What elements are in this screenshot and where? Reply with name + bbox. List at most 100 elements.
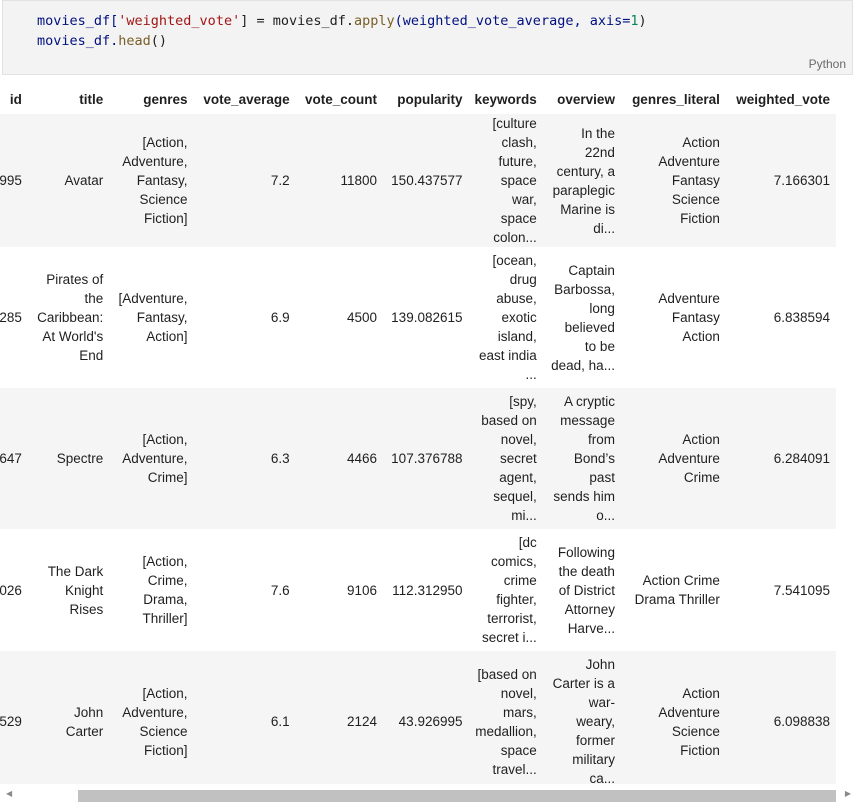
- cell-line: Thriller]: [142, 611, 188, 626]
- cell-keywords: [ocean, drug abuse, exotic island, east india…: [469, 247, 543, 388]
- cell-keywords: [spy, based on novel, secret agent, sequel, mi…: [469, 388, 543, 529]
- cell-line: Attorney: [564, 601, 615, 617]
- cell-line: novel,: [500, 432, 537, 447]
- code-token: head: [118, 33, 151, 49]
- cell-line: weary,: [576, 714, 615, 729]
- cell-line: Fantasy,: [136, 310, 188, 325]
- cell-line: to be: [584, 338, 615, 354]
- cell-line: Science: [139, 192, 188, 207]
- cell-line: medallion,: [475, 723, 537, 739]
- cell-line: Action]: [146, 329, 188, 344]
- cell-line: Adventure: [658, 704, 720, 720]
- cell-overview: A cryptic message from Bond’s past sends him o…: [543, 388, 621, 529]
- cell-line: Science: [671, 723, 720, 739]
- cell-line: exotic: [501, 310, 537, 325]
- column-header-overview: overview: [557, 91, 615, 107]
- cell-line: colon...: [493, 230, 537, 245]
- cell-line: [ocean,: [492, 253, 537, 268]
- dataframe-output: id title genres vote_average vote_count popul…: [0, 84, 857, 784]
- cell-line: Fiction]: [144, 211, 188, 226]
- cell-line: mi...: [511, 508, 537, 523]
- cell-vote-average: 6.1: [270, 714, 290, 729]
- cell-line: [based on: [477, 666, 537, 682]
- cell-keywords: [dc comics, crime fighter, terrorist, secret …: [469, 529, 543, 651]
- table-row: 995 Avatar [Action, Adventure, Fantasy, Scien…: [0, 114, 836, 247]
- horizontal-scrollbar[interactable]: ◀ ▶: [0, 786, 857, 804]
- cell-language-label[interactable]: Python: [809, 57, 846, 71]
- cell-line: A cryptic: [563, 394, 615, 409]
- cell-line: Fantasy: [671, 310, 720, 325]
- code-token: apply: [354, 13, 395, 29]
- cell-vote-count: 9106: [346, 582, 377, 598]
- cell-line: Action: [682, 135, 720, 150]
- cell-id: 026: [0, 582, 22, 598]
- cell-line: east india: [478, 348, 537, 363]
- cell-title: John Carter: [28, 651, 109, 784]
- column-header-title: title: [79, 91, 104, 107]
- cell-line: clash,: [501, 135, 537, 150]
- cell-line: Crime,: [147, 573, 188, 588]
- code-token: 'weighted_vote': [118, 13, 241, 29]
- cell-line: Spectre: [56, 451, 104, 466]
- cell-line: Action: [682, 329, 720, 344]
- cell-genres: [Action, Adventure, Crime]: [109, 388, 193, 529]
- cell-line: the death: [558, 563, 615, 579]
- cell-line: message: [560, 413, 615, 428]
- cell-line: future,: [498, 154, 537, 169]
- cell-popularity: 112.312950: [392, 582, 463, 598]
- cell-line: Action Crime: [642, 573, 720, 588]
- cell-id: 529: [0, 714, 22, 729]
- cell-weighted-vote: 7.166301: [773, 173, 830, 188]
- header-row: id title genres vote_average vote_count popul…: [0, 84, 836, 114]
- column-header-id: id: [9, 91, 22, 107]
- cell-line: [Action,: [142, 685, 188, 701]
- cell-id: 995: [0, 173, 22, 188]
- cell-genres-literal: Action Adventure Crime: [621, 388, 726, 529]
- cell-line: Carter: [65, 723, 104, 739]
- cell-line: Crime]: [147, 470, 188, 485]
- cell-line: space: [500, 211, 537, 226]
- cell-overview: John Carter is a war-weary, former military c…: [543, 651, 621, 784]
- cell-popularity: 43.926995: [398, 714, 463, 729]
- cell-id: 285: [0, 310, 22, 325]
- cell-line: Fiction: [680, 742, 720, 758]
- cell-line: comics,: [491, 554, 537, 569]
- cell-line: military: [572, 752, 615, 767]
- cell-line: crime: [503, 573, 537, 588]
- cell-overview: Captain Barbossa, long believed to be dead, h…: [543, 247, 621, 388]
- cell-line: drug: [509, 272, 537, 287]
- scroll-left-arrow-icon[interactable]: ◀: [6, 789, 12, 798]
- cell-line: Action: [682, 432, 720, 447]
- cell-line: John: [73, 704, 104, 720]
- cell-vote-count: 4500: [346, 310, 377, 325]
- cell-genres-literal: Adventure Fantasy Action: [621, 247, 726, 388]
- cell-title: The Dark Knight Rises: [28, 529, 109, 651]
- table-row: 026 The Dark Knight Rises [Action, Crime, Dram…: [0, 529, 836, 651]
- cell-line: long: [589, 300, 615, 316]
- cell-genres-literal: Action Adventure Fantasy Science Fiction: [621, 114, 726, 247]
- cell-line: [culture: [492, 116, 537, 131]
- cell-line: [Action,: [142, 135, 188, 150]
- scroll-right-arrow-icon[interactable]: ▶: [845, 789, 851, 798]
- cell-line: space war,: [500, 173, 537, 207]
- scrollbar-thumb[interactable]: [78, 790, 836, 802]
- cell-line: agent,: [499, 470, 537, 485]
- cell-line: [dc: [518, 535, 537, 550]
- cell-line: Adventure: [658, 291, 720, 306]
- cell-genres: [Adventure, Fantasy, Action]: [109, 247, 193, 388]
- cell-line: Adventure: [658, 154, 720, 169]
- column-header-weighted-vote: weighted_vote: [736, 91, 830, 107]
- cell-line: John: [585, 657, 615, 672]
- table-row: 647 Spectre [Action, Adventure, Crime] 6.3 446…: [0, 388, 836, 529]
- cell-line: from: [587, 432, 615, 447]
- code-cell[interactable]: movies_df['weighted_vote'] = movies_df.a…: [2, 0, 853, 75]
- cell-line: Adventure,: [122, 154, 188, 169]
- column-header-popularity: popularity: [397, 91, 463, 107]
- cell-genres: [Action, Adventure, Science Fiction]: [109, 651, 193, 784]
- cell-line: sends him: [553, 489, 615, 504]
- cell-line: 22nd: [584, 144, 615, 160]
- cell-overview: Following the death of District Attorney Har…: [543, 529, 621, 651]
- cell-vote-average: 6.9: [270, 310, 290, 325]
- cell-vote-average: 6.3: [270, 451, 290, 466]
- cell-line: mars,: [503, 704, 537, 720]
